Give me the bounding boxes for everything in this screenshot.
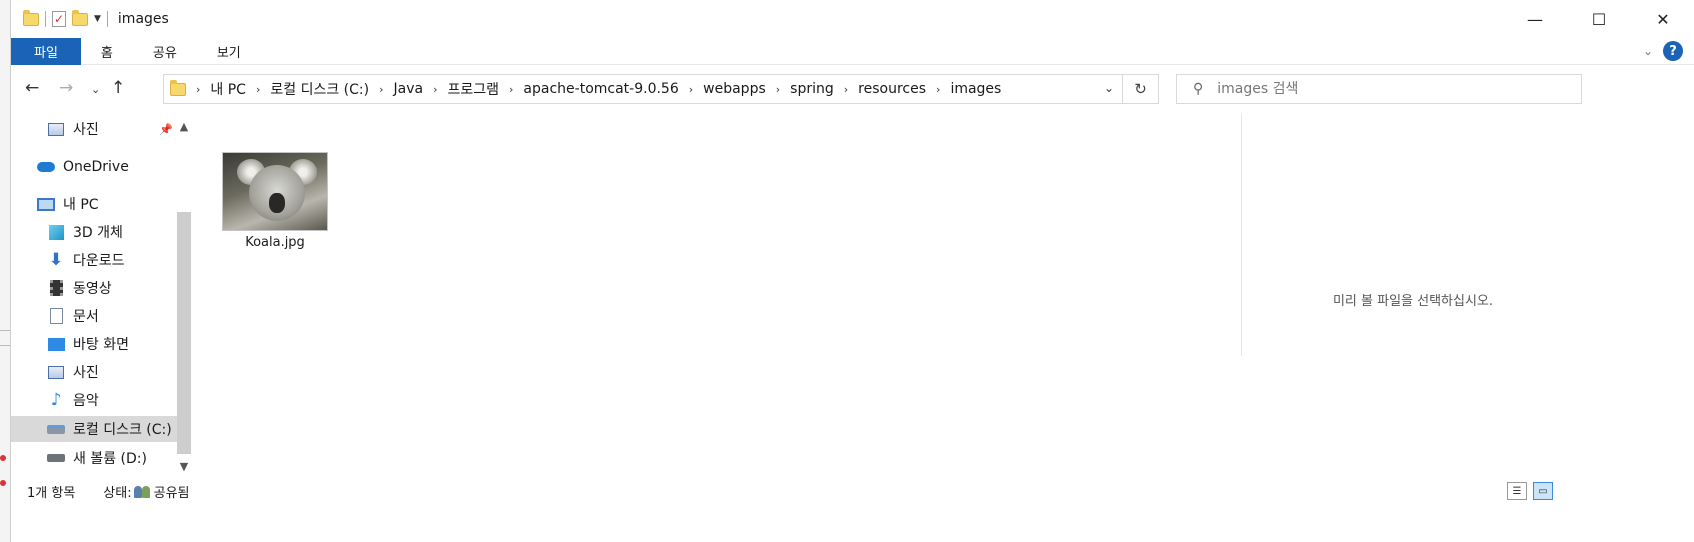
tab-view[interactable]: 보기 bbox=[197, 38, 261, 65]
document-icon bbox=[49, 308, 63, 324]
window-controls: — ☐ ✕ bbox=[1503, 0, 1694, 38]
sidebar-item-pictures[interactable]: 사진 bbox=[11, 359, 186, 385]
sidebar-item-local-disk-c[interactable]: 로컬 디스크 (C:) bbox=[11, 416, 186, 442]
breadcrumb-item[interactable]: apache-tomcat-9.0.56 bbox=[523, 81, 678, 97]
chevron-right-icon[interactable]: › bbox=[776, 83, 780, 96]
address-row: ← → ⌄ ↑ › 내 PC › 로컬 디스크 (C:) › Java › 프로… bbox=[11, 68, 1694, 110]
recent-locations-button[interactable]: ⌄ bbox=[91, 83, 100, 96]
properties-icon[interactable]: ✓ bbox=[52, 11, 66, 27]
video-icon bbox=[49, 280, 63, 296]
pc-icon bbox=[37, 197, 55, 211]
photo-icon bbox=[48, 365, 64, 379]
search-icon: ⚲ bbox=[1193, 81, 1204, 97]
sidebar-item-this-pc[interactable]: 내 PC bbox=[11, 191, 186, 217]
search-input[interactable] bbox=[1217, 81, 1558, 97]
sidebar-item-new-volume-d[interactable]: 새 볼륨 (D:) bbox=[11, 445, 186, 471]
chevron-right-icon[interactable]: › bbox=[256, 83, 260, 96]
help-icon[interactable]: ? bbox=[1663, 41, 1683, 61]
scroll-up-icon[interactable]: ▲ bbox=[175, 118, 193, 136]
file-explorer-window: ✓ ▼ images — ☐ ✕ 파일 홈 공유 보기 ⌄ ? ← → ⌄ ↑ … bbox=[10, 0, 1694, 542]
3d-objects-icon bbox=[48, 224, 64, 240]
pin-icon: 📌 bbox=[159, 122, 173, 136]
sidebar-item-desktop[interactable]: 바탕 화면 bbox=[11, 331, 186, 357]
ribbon-tabs: 파일 홈 공유 보기 ⌄ ? bbox=[11, 37, 1694, 65]
preview-pane: 미리 볼 파일을 선택하십시오. bbox=[1241, 114, 1583, 356]
refresh-icon: ↻ bbox=[1134, 80, 1147, 98]
folder-icon bbox=[23, 9, 39, 26]
sidebar-item-music[interactable]: ♪ 음악 bbox=[11, 387, 186, 413]
window-title: images bbox=[117, 11, 169, 27]
scrollbar-thumb[interactable] bbox=[177, 212, 191, 454]
scroll-down-icon[interactable]: ▼ bbox=[175, 458, 193, 476]
breadcrumb-item[interactable]: Java bbox=[394, 81, 424, 97]
tab-share[interactable]: 공유 bbox=[133, 38, 197, 65]
customize-toolbar-icon[interactable]: ▼ bbox=[94, 14, 101, 24]
drive-icon bbox=[47, 454, 65, 462]
refresh-button[interactable]: ↻ bbox=[1123, 74, 1159, 104]
up-button[interactable]: ↑ bbox=[111, 78, 125, 98]
chevron-right-icon[interactable]: › bbox=[379, 83, 383, 96]
breadcrumb-item[interactable]: images bbox=[950, 81, 1001, 97]
download-icon: ⬇ bbox=[48, 250, 64, 270]
forward-button[interactable]: → bbox=[59, 78, 73, 98]
local-disk-icon bbox=[47, 424, 65, 434]
address-bar[interactable]: › 내 PC › 로컬 디스크 (C:) › Java › 프로그램 › apa… bbox=[163, 74, 1123, 104]
folder-icon bbox=[170, 79, 186, 96]
breadcrumb-item[interactable]: 로컬 디스크 (C:) bbox=[270, 79, 369, 99]
quick-access-toolbar: ✓ ▼ bbox=[11, 9, 108, 27]
close-button[interactable]: ✕ bbox=[1631, 0, 1694, 38]
chevron-right-icon[interactable]: › bbox=[936, 83, 940, 96]
maximize-button[interactable]: ☐ bbox=[1567, 0, 1631, 38]
status-label: 상태: bbox=[103, 485, 132, 501]
sidebar-item-documents[interactable]: 문서 bbox=[11, 303, 186, 329]
breadcrumb-item[interactable]: 내 PC bbox=[210, 79, 246, 99]
minimize-button[interactable]: — bbox=[1503, 0, 1567, 38]
nav-scrollbar[interactable]: ▲ ▼ bbox=[175, 114, 193, 474]
search-box[interactable]: ⚲ bbox=[1176, 74, 1582, 104]
status-value: 공유됨 bbox=[153, 485, 190, 501]
breadcrumb-item[interactable]: spring bbox=[790, 81, 834, 97]
file-item[interactable]: Koala.jpg bbox=[219, 152, 331, 250]
photo-icon bbox=[48, 122, 64, 136]
music-icon: ♪ bbox=[50, 390, 62, 410]
large-icons-view-icon[interactable]: ▭ bbox=[1533, 482, 1553, 500]
item-count: 1개 항목 bbox=[27, 485, 76, 501]
title-bar: ✓ ▼ images — ☐ ✕ bbox=[11, 0, 1694, 38]
address-dropdown-icon[interactable]: ⌄ bbox=[1104, 81, 1114, 95]
chevron-right-icon[interactable]: › bbox=[689, 83, 693, 96]
breadcrumb-item[interactable]: resources bbox=[858, 81, 926, 97]
file-list: Koala.jpg bbox=[197, 114, 1241, 516]
shared-users-icon bbox=[133, 484, 152, 498]
chevron-right-icon[interactable]: › bbox=[196, 83, 200, 96]
navigation-pane: 사진 📌 OneDrive 내 PC 3D 개체 ⬇ 다운로드 동영상 문서 바… bbox=[11, 114, 197, 516]
status-bar: 1개 항목 상태: 공유됨 ☰ ▭ bbox=[11, 478, 1694, 504]
preview-message: 미리 볼 파일을 선택하십시오. bbox=[1332, 294, 1494, 309]
background-window-edge bbox=[0, 0, 10, 542]
sidebar-item-pictures-quick[interactable]: 사진 📌 bbox=[11, 116, 186, 142]
chevron-right-icon[interactable]: › bbox=[509, 83, 513, 96]
details-view-icon[interactable]: ☰ bbox=[1507, 482, 1527, 500]
breadcrumb-item[interactable]: webapps bbox=[703, 81, 766, 97]
image-thumbnail bbox=[222, 152, 328, 231]
back-button[interactable]: ← bbox=[25, 78, 39, 98]
sidebar-item-videos[interactable]: 동영상 bbox=[11, 275, 186, 301]
onedrive-icon bbox=[37, 162, 55, 172]
expand-ribbon-icon[interactable]: ⌄ bbox=[1643, 44, 1653, 58]
sidebar-item-downloads[interactable]: ⬇ 다운로드 bbox=[11, 247, 186, 273]
tab-home[interactable]: 홈 bbox=[81, 38, 133, 65]
sidebar-item-onedrive[interactable]: OneDrive bbox=[11, 154, 186, 180]
tab-file[interactable]: 파일 bbox=[11, 37, 81, 65]
view-buttons: ☰ ▭ bbox=[1507, 482, 1553, 500]
chevron-right-icon[interactable]: › bbox=[844, 83, 848, 96]
breadcrumb-item[interactable]: 프로그램 bbox=[447, 79, 499, 99]
chevron-right-icon[interactable]: › bbox=[433, 83, 437, 96]
sidebar-item-3d-objects[interactable]: 3D 개체 bbox=[11, 219, 186, 245]
file-name: Koala.jpg bbox=[245, 235, 305, 250]
desktop-icon bbox=[47, 337, 65, 351]
new-folder-icon[interactable] bbox=[72, 9, 88, 26]
